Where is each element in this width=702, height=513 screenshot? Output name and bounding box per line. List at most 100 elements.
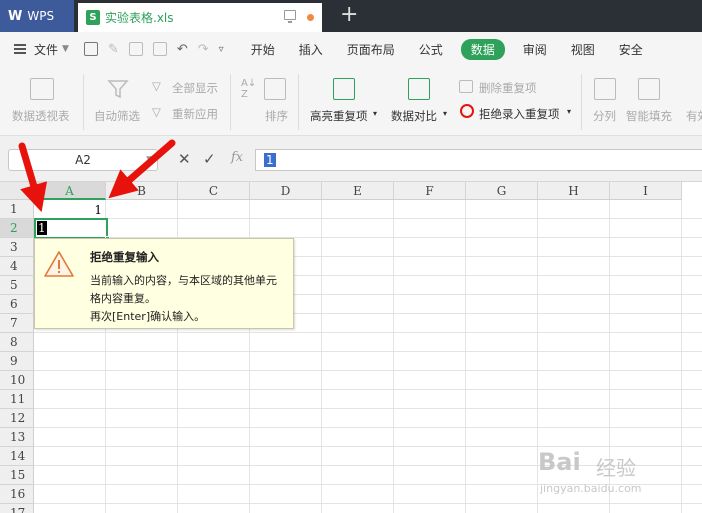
sort-asc-icon[interactable]: A↓ Z: [241, 78, 256, 100]
tab-formula[interactable]: 公式: [419, 41, 443, 58]
column-header-h[interactable]: H: [538, 182, 610, 200]
chevron-down-icon: ▼: [62, 44, 69, 54]
autofilter-button[interactable]: 自动筛选: [94, 108, 140, 124]
undo-icon[interactable]: ↶: [177, 42, 188, 57]
row-header-14[interactable]: 14: [0, 447, 34, 466]
column-header-e[interactable]: E: [322, 182, 394, 200]
redo-icon[interactable]: ↷: [198, 42, 209, 57]
row-header-17[interactable]: 17: [0, 504, 34, 513]
smart-fill-icon[interactable]: [638, 78, 660, 100]
tab-review[interactable]: 审阅: [523, 41, 547, 58]
row-header-9[interactable]: 9: [0, 352, 34, 371]
tooltip-line: 当前输入的内容，与本区域的其他单元: [90, 274, 277, 287]
tooltip-body: 当前输入的内容，与本区域的其他单元 格内容重复。 再次[Enter]确认输入。: [90, 272, 290, 326]
column-header-a[interactable]: A: [34, 182, 106, 200]
new-tab-button[interactable]: +: [340, 3, 358, 27]
column-header-d[interactable]: D: [250, 182, 322, 200]
row-header-5[interactable]: 5: [0, 276, 34, 295]
tooltip-line: 再次[Enter]确认输入。: [90, 310, 206, 323]
reapply-button[interactable]: 重新应用: [172, 106, 218, 122]
row-header-6[interactable]: 6: [0, 295, 34, 314]
row-header-15[interactable]: 15: [0, 466, 34, 485]
select-all-corner[interactable]: [0, 182, 34, 200]
pivot-table-button[interactable]: 数据透视表: [12, 108, 70, 124]
tab-data[interactable]: 数据: [460, 38, 505, 60]
chevron-down-icon: ▾: [567, 107, 572, 116]
name-box[interactable]: A2 ▼: [8, 149, 158, 171]
file-menu[interactable]: 文件 ▼: [14, 41, 69, 58]
filter-icon[interactable]: [107, 78, 129, 100]
gridline-horizontal: [34, 218, 702, 219]
row-header-1[interactable]: 1: [0, 200, 34, 219]
save-icon[interactable]: [83, 42, 98, 56]
tab-page-layout[interactable]: 页面布局: [347, 41, 395, 58]
column-header-f[interactable]: F: [394, 182, 466, 200]
gridline-horizontal: [34, 332, 702, 333]
cell-a1[interactable]: 1: [34, 201, 106, 219]
filter-all-icon[interactable]: ▽: [152, 79, 161, 93]
reapply-icon[interactable]: ▽: [152, 105, 161, 119]
sort-icon[interactable]: [264, 78, 286, 100]
cell-a2-value: 1: [37, 221, 47, 235]
column-header-b[interactable]: B: [106, 182, 178, 200]
row-header-3[interactable]: 3: [0, 238, 34, 257]
menu-tabs: 开始 插入 页面布局 公式 数据 审阅 视图 安全: [239, 38, 655, 60]
cancel-entry-button[interactable]: ✕: [178, 150, 191, 168]
print-icon[interactable]: [128, 42, 143, 56]
sort-button[interactable]: 排序: [265, 108, 288, 124]
format-painter-icon[interactable]: ✎: [108, 42, 119, 57]
row-header-11[interactable]: 11: [0, 390, 34, 409]
tab-security[interactable]: 安全: [619, 41, 643, 58]
wps-home-tab[interactable]: W WPS: [0, 0, 74, 32]
reject-duplicates-button[interactable]: 拒绝录入重复项: [479, 106, 560, 122]
row-header-10[interactable]: 10: [0, 371, 34, 390]
name-box-value: A2: [75, 153, 91, 167]
title-bar: W WPS S 实验表格.xls +: [0, 0, 702, 32]
row-header-8[interactable]: 8: [0, 333, 34, 352]
row-header-12[interactable]: 12: [0, 409, 34, 428]
ribbon-divider: [230, 74, 231, 130]
tab-insert[interactable]: 插入: [299, 41, 323, 58]
split-columns-button[interactable]: 分列: [593, 108, 616, 124]
ribbon-divider: [298, 74, 299, 130]
print-preview-icon[interactable]: [152, 42, 167, 56]
data-compare-icon[interactable]: [408, 78, 430, 100]
monitor-icon[interactable]: [284, 10, 296, 23]
reject-duplicates-icon[interactable]: [460, 104, 474, 118]
insert-function-button[interactable]: fx: [231, 150, 243, 165]
column-header-g[interactable]: G: [466, 182, 538, 200]
watermark-url: jingyan.baidu.com: [540, 482, 642, 495]
chevron-down-icon[interactable]: ▼: [146, 150, 153, 170]
gridline-horizontal: [34, 427, 702, 428]
formula-input[interactable]: 1: [255, 149, 702, 171]
remove-duplicates-icon[interactable]: [459, 80, 473, 93]
highlight-duplicates-button[interactable]: 高亮重复项: [310, 108, 368, 124]
row-header-7[interactable]: 7: [0, 314, 34, 333]
remove-duplicates-button[interactable]: 删除重复项: [479, 80, 537, 96]
confirm-entry-button[interactable]: ✓: [203, 150, 216, 168]
column-header-i[interactable]: I: [610, 182, 682, 200]
customize-icon[interactable]: ▿: [219, 44, 224, 55]
tab-view[interactable]: 视图: [571, 41, 595, 58]
gridline-vertical: [465, 200, 466, 513]
formula-bar: A2 ▼ ✕ ✓ fx 1: [0, 136, 702, 182]
data-compare-button[interactable]: 数据对比: [391, 108, 437, 124]
document-tab-label: 实验表格.xls: [105, 11, 174, 25]
wps-tab-label: WPS: [27, 9, 55, 23]
cell-a2-active[interactable]: 1: [34, 218, 110, 241]
ribbon-divider: [581, 74, 582, 130]
row-header-4[interactable]: 4: [0, 257, 34, 276]
column-header-c[interactable]: C: [178, 182, 250, 200]
document-tab[interactable]: S 实验表格.xls: [78, 3, 322, 32]
highlight-duplicates-icon[interactable]: [333, 78, 355, 100]
split-columns-icon[interactable]: [594, 78, 616, 100]
row-header-16[interactable]: 16: [0, 485, 34, 504]
tab-home[interactable]: 开始: [251, 41, 275, 58]
show-all-button[interactable]: 全部显示: [172, 80, 218, 96]
row-header-2[interactable]: 2: [0, 219, 34, 238]
validity-button[interactable]: 有效: [686, 108, 702, 124]
smart-fill-button[interactable]: 智能填充: [626, 108, 672, 124]
pivot-table-icon[interactable]: [30, 78, 54, 100]
quick-access-toolbar: ✎ ↶ ↷ ▿: [79, 42, 229, 57]
row-header-13[interactable]: 13: [0, 428, 34, 447]
